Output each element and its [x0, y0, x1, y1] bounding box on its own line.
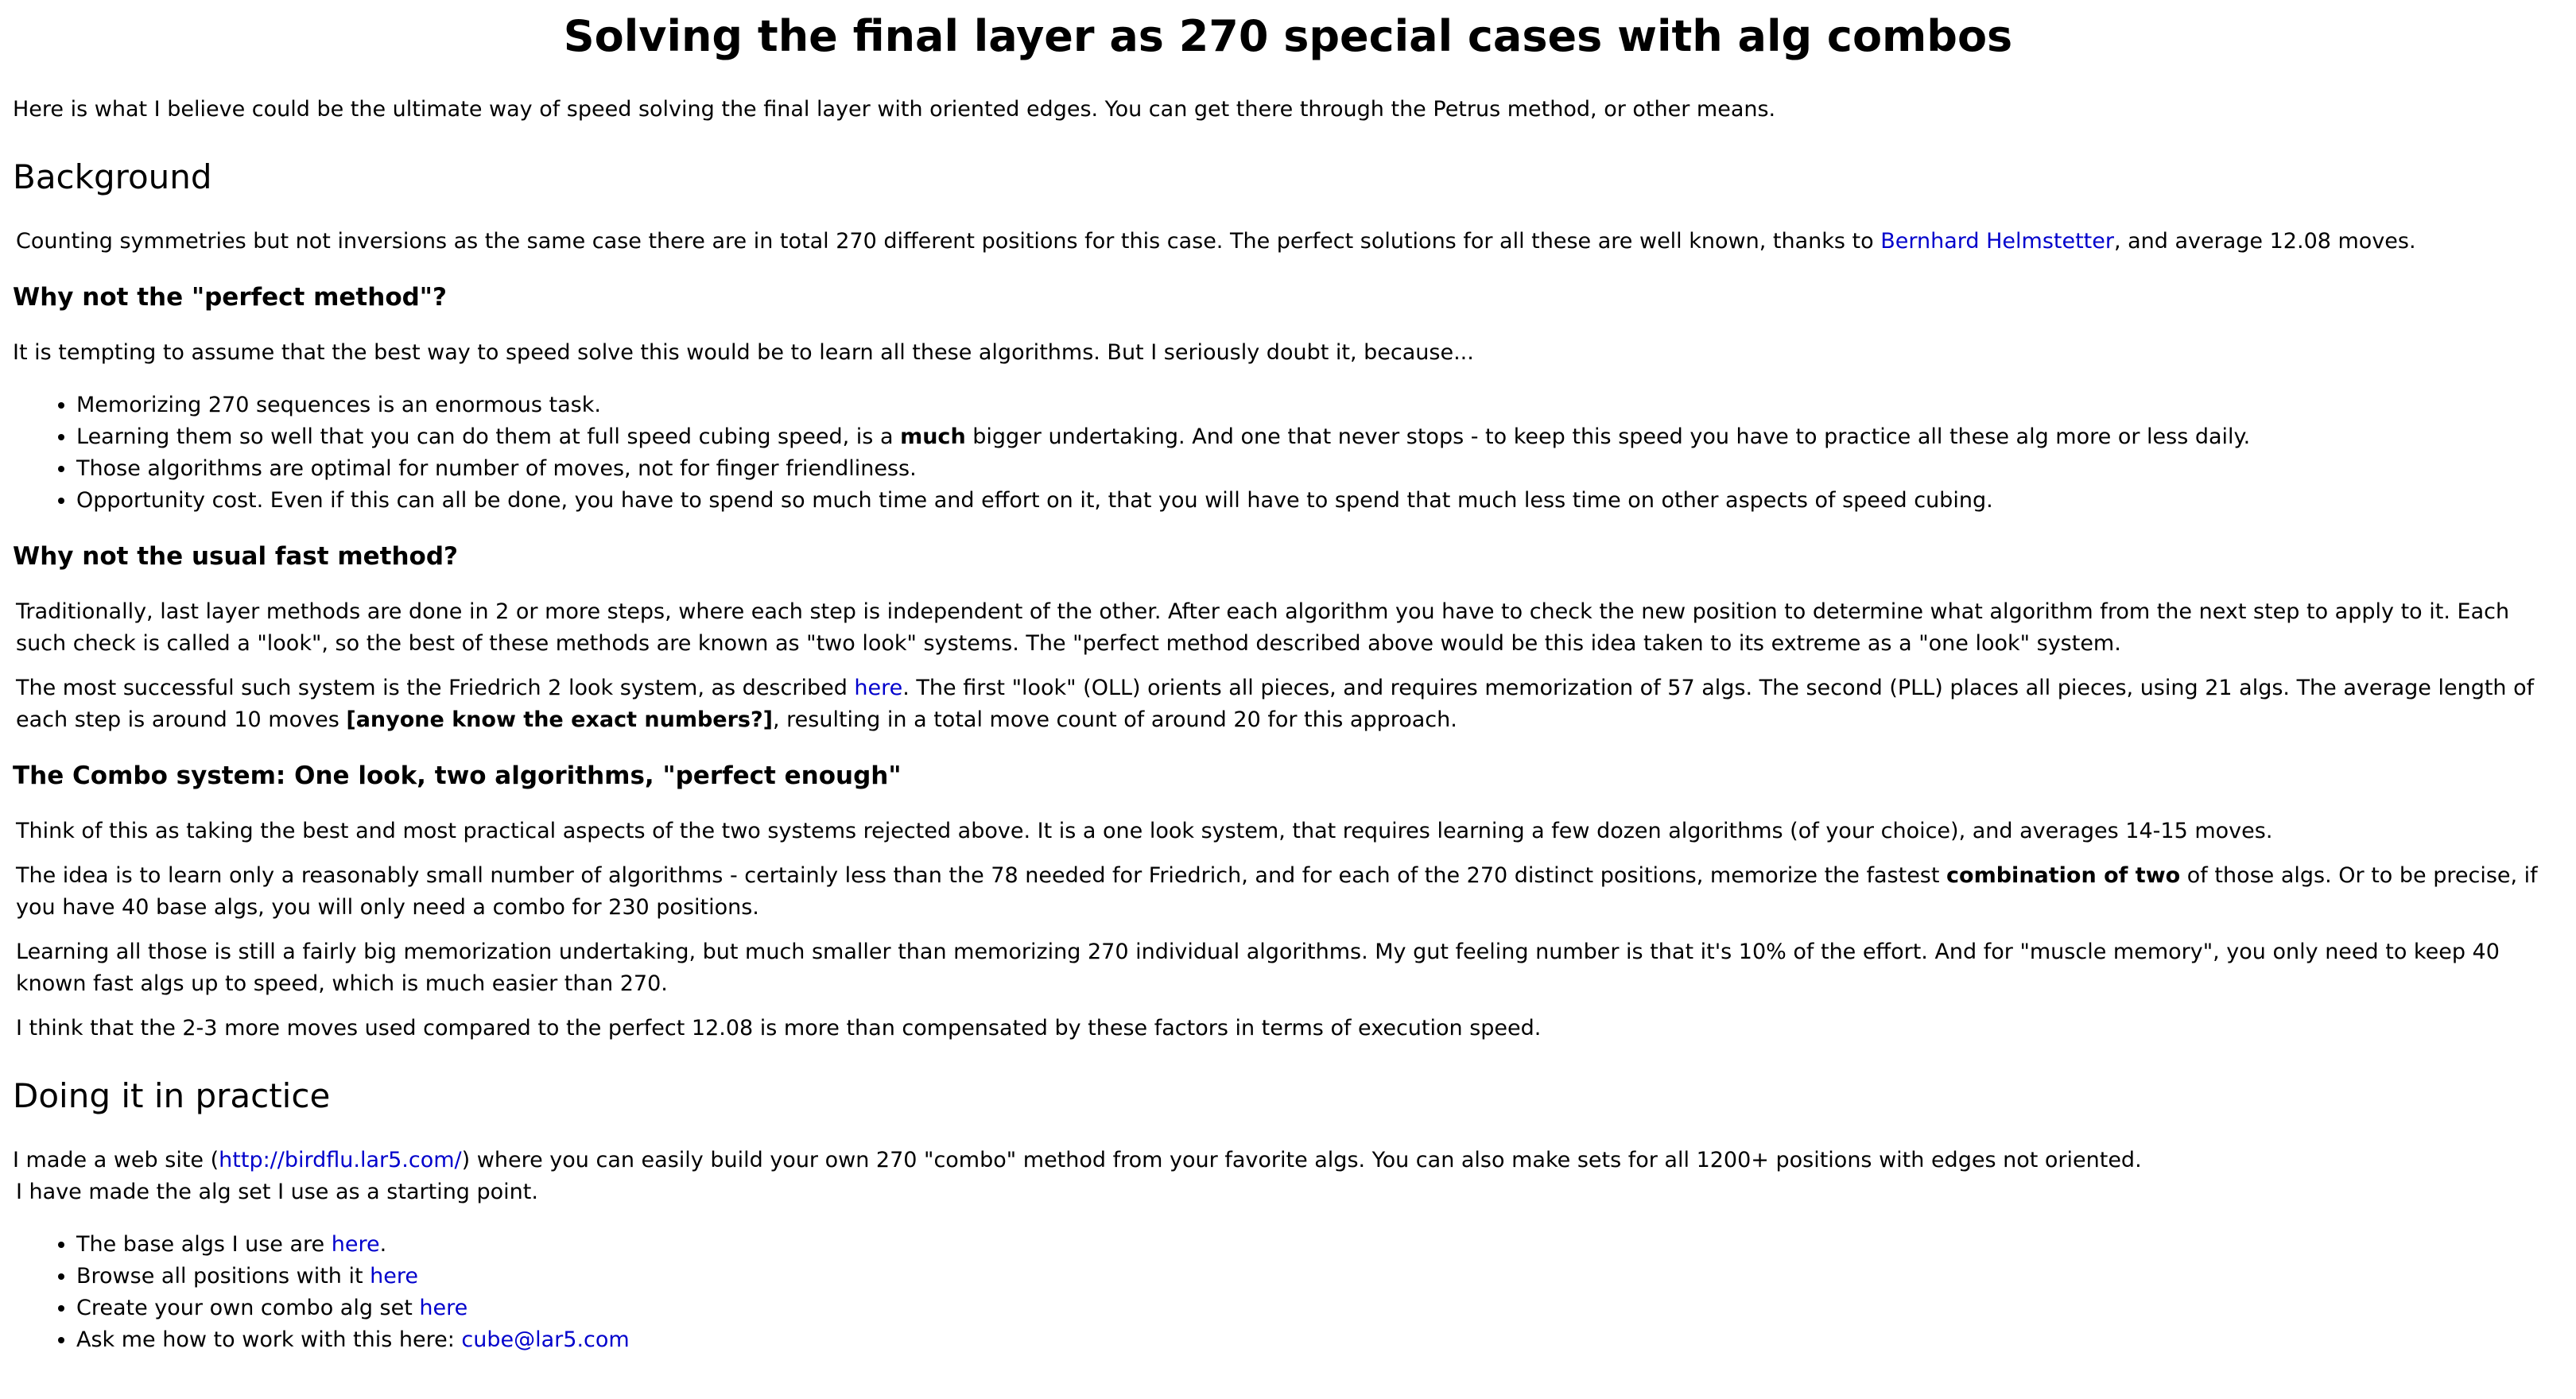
background-heading: Background — [13, 157, 212, 196]
practice-heading: Doing it in practice — [13, 1076, 331, 1115]
background-text-1: Counting symmetries but not inversions a… — [16, 229, 1881, 254]
list-item-bold: much — [900, 424, 966, 449]
why-not-perfect-paragraph: It is tempting to assume that the best w… — [13, 340, 1474, 365]
list-item: Opportunity cost. Even if this can all b… — [76, 485, 2563, 517]
why-not-usual-paragraph-2: The most successful such system is the F… — [13, 672, 2563, 736]
list-item-text: Learning them so well that you can do th… — [76, 424, 901, 449]
combo-paragraph-2: The idea is to learn only a reasonably s… — [13, 860, 2563, 924]
background-text-2: , and average 12.08 moves. — [2113, 229, 2416, 254]
friedrich-here-link[interactable]: here — [854, 676, 902, 700]
page: Solving the final layer as 270 special c… — [0, 0, 2576, 1399]
list-item-text: Ask me how to work with this here: — [76, 1327, 462, 1352]
background-paragraph: Counting symmetries but not inversions a… — [13, 226, 2563, 258]
paragraph-bold: combination of two — [1946, 863, 2181, 888]
paragraph-text: The idea is to learn only a reasonably s… — [16, 863, 1947, 888]
why-not-perfect-list: Memorizing 270 sequences is an enormous … — [13, 389, 2563, 517]
paragraph-text: , resulting in a total move count of aro… — [773, 707, 1457, 732]
practice-paragraph-2: I have made the alg set I use as a start… — [16, 1180, 538, 1204]
practice-list: The base algs I use are here. Browse all… — [13, 1229, 2563, 1356]
why-not-usual-paragraph-1: Traditionally, last layer methods are do… — [16, 599, 2510, 656]
paragraph-bold: [anyone know the exact numbers?] — [346, 707, 773, 732]
list-item: The base algs I use are here. — [76, 1229, 2563, 1261]
intro-paragraph: Here is what I believe could be the ulti… — [13, 97, 1776, 122]
list-item: Ask me how to work with this here: cube@… — [76, 1324, 2563, 1356]
why-not-perfect-heading: Why not the "perfect method"? — [13, 283, 447, 312]
create-combo-here-link[interactable]: here — [419, 1296, 467, 1320]
paragraph-text: The most successful such system is the F… — [16, 676, 855, 700]
paragraph-text: ) where you can easily build your own 27… — [461, 1148, 2142, 1172]
list-item-text: Create your own combo alg set — [76, 1296, 420, 1320]
email-link[interactable]: cube@lar5.com — [461, 1327, 629, 1352]
birdflu-site-link[interactable]: http://birdflu.lar5.com/ — [219, 1148, 462, 1172]
helmstetter-link[interactable]: Bernhard Helmstetter — [1880, 229, 2114, 254]
combo-paragraph-3: Learning all those is still a fairly big… — [16, 940, 2500, 996]
paragraph-text: I made a web site ( — [13, 1148, 219, 1172]
why-not-usual-heading: Why not the usual fast method? — [13, 542, 459, 571]
list-item: Browse all positions with it here — [76, 1261, 2563, 1292]
combo-paragraph-4: I think that the 2-3 more moves used com… — [16, 1016, 1542, 1041]
list-item-text: . — [379, 1232, 387, 1257]
combo-heading: The Combo system: One look, two algorith… — [13, 762, 902, 790]
list-item-text: Browse all positions with it — [76, 1264, 370, 1289]
list-item: Those algorithms are optimal for number … — [76, 453, 2563, 485]
list-item-text: bigger undertaking. And one that never s… — [965, 424, 2251, 449]
list-item: Create your own combo alg set here — [76, 1292, 2563, 1324]
list-item-text: The base algs I use are — [76, 1232, 332, 1257]
base-algs-here-link[interactable]: here — [332, 1232, 380, 1257]
list-item: Memorizing 270 sequences is an enormous … — [76, 389, 2563, 421]
practice-paragraph-1: I made a web site (http://birdflu.lar5.c… — [13, 1145, 2563, 1176]
page-title: Solving the final layer as 270 special c… — [563, 11, 2013, 61]
list-item: Learning them so well that you can do th… — [76, 421, 2563, 453]
browse-positions-here-link[interactable]: here — [370, 1264, 418, 1289]
combo-paragraph-1: Think of this as taking the best and mos… — [16, 819, 2273, 843]
